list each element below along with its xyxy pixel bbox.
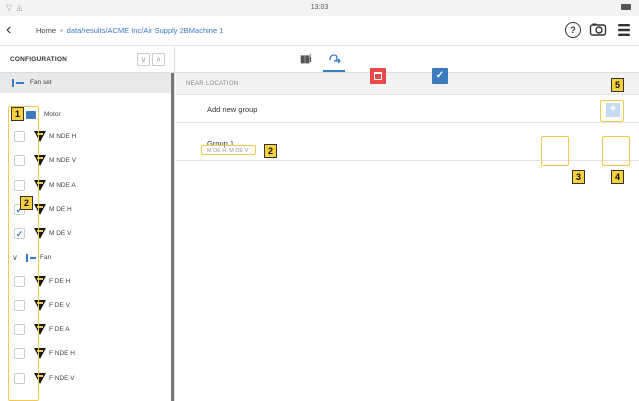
expand-all-button[interactable]: ∧ [152, 53, 165, 66]
annotation-badge-3: 3 [572, 170, 585, 184]
trash-icon [374, 72, 382, 80]
tree-item-label: Fan set [30, 79, 52, 86]
section-header: NEAR LOCATION [176, 73, 639, 95]
list-icon[interactable]: ▮▮i [300, 54, 312, 65]
nav-actions: ? [565, 21, 633, 39]
sensor-icon [34, 155, 47, 167]
tree-item-label: M DE H [49, 206, 72, 213]
section-title: NEAR LOCATION [186, 81, 239, 87]
breadcrumb: Home • data/results/ACME Inc/Air Supply 2B… [36, 26, 223, 35]
breadcrumb-home[interactable]: Home [36, 26, 56, 35]
checkbox-checked[interactable]: ✓ [14, 228, 25, 239]
view-tabs: ▮▮i [175, 47, 639, 73]
checkbox[interactable] [14, 131, 25, 142]
tree-item-m-nde-h[interactable]: M NDE H [0, 127, 172, 147]
breadcrumb-path[interactable]: data/results/ACME Inc/Air Supply 2BMachi… [67, 26, 224, 35]
tree-item-label: Fan [40, 254, 52, 261]
group-row[interactable]: Group 1 M DE H, M DE V [176, 123, 639, 161]
tree-item-m-de-v[interactable]: ✓ M DE V [0, 224, 172, 244]
checkbox[interactable] [14, 155, 25, 166]
sensor-icon [34, 276, 47, 288]
checkbox[interactable] [14, 276, 25, 287]
annotation-badge-2: 2 [264, 144, 277, 158]
annotation-badge-1: 1 [11, 107, 24, 121]
tree-item-label: M NDE H [49, 133, 77, 140]
collapse-all-button[interactable]: ∨ [137, 53, 150, 66]
fan-icon [26, 254, 36, 262]
configuration-header: CONFIGURATION ∨ ∧ [0, 47, 175, 73]
checkbox[interactable] [14, 373, 25, 384]
checkbox[interactable] [14, 324, 25, 335]
tree-item-label: F NDE V [49, 375, 75, 382]
annotation-badge-5: 5 [611, 78, 624, 92]
checkbox[interactable] [14, 180, 25, 191]
tree-item-label: Motor [44, 111, 61, 118]
configuration-title: CONFIGURATION [10, 56, 68, 63]
annotation-badge-4: 4 [611, 170, 624, 184]
status-bar: ▽ ◬ 13:03 [0, 0, 639, 16]
tree-item-label: F NDE H [49, 350, 75, 357]
tree-item-motor[interactable]: Motor [0, 105, 172, 125]
tree-item-label: F DE V [49, 302, 70, 309]
tree-item-m-nde-a[interactable]: M NDE A [0, 176, 172, 196]
sensor-icon [34, 180, 47, 192]
configuration-tree: Fan set Motor M NDE H M NDE V M NDE A ✓ … [0, 73, 175, 401]
camera-settings-icon[interactable] [589, 21, 607, 39]
tree-item-f-de-h[interactable]: F DE H [0, 272, 172, 292]
tree-item-f-de-a[interactable]: F DE A [0, 320, 172, 340]
sensor-icon [34, 204, 47, 216]
group-name: Group 1 [207, 139, 235, 148]
navigation-bar: ‹ Home • data/results/ACME Inc/Air Supply … [0, 16, 639, 46]
help-icon[interactable]: ? [565, 22, 581, 38]
tree-item-label: F DE H [49, 278, 71, 285]
tree-item-label: M NDE V [49, 157, 77, 164]
add-group-label: Add new group [207, 105, 258, 114]
tree-item-m-nde-v[interactable]: M NDE V [0, 151, 172, 171]
group-locations: M DE H, M DE V [207, 148, 249, 154]
tree-item-label: M NDE A [49, 182, 76, 189]
sensor-icon [34, 300, 47, 312]
location-icon[interactable] [328, 54, 342, 69]
tree-item-label: M DE V [49, 230, 72, 237]
checkbox[interactable] [14, 300, 25, 311]
sensor-icon [34, 348, 47, 360]
battery-icon [621, 4, 631, 10]
back-icon[interactable]: ‹ [6, 21, 11, 39]
sensor-icon [34, 324, 47, 336]
menu-icon[interactable] [615, 21, 633, 39]
active-tab-indicator [323, 70, 345, 72]
add-group-button[interactable]: + [606, 103, 620, 117]
fanset-icon [12, 79, 24, 87]
checkbox[interactable] [14, 348, 25, 359]
tree-item-label: F DE A [49, 326, 70, 333]
chevron-down-icon[interactable]: ∨ [12, 253, 18, 262]
tree-item-f-de-v[interactable]: F DE V [0, 296, 172, 316]
status-time: 13:03 [310, 4, 329, 11]
annotation-badge-2: 2 [20, 196, 33, 210]
sensor-icon [34, 228, 47, 240]
tree-item-fanset[interactable]: Fan set [0, 73, 172, 93]
add-group-row: Add new group + [176, 95, 639, 123]
sensor-icon [34, 373, 47, 385]
tree-item-f-nde-v[interactable]: F NDE V [0, 369, 172, 389]
sensor-icon [34, 131, 47, 143]
confirm-button[interactable]: ✓ [432, 68, 448, 84]
tree-expand-controls: ∨ ∧ [137, 53, 165, 66]
tree-item-fan[interactable]: ∨ Fan [0, 248, 172, 268]
tree-scrollbar[interactable] [171, 73, 174, 401]
breadcrumb-separator: • [60, 26, 63, 35]
motor-icon [26, 111, 36, 119]
tree-item-f-nde-h[interactable]: F NDE H [0, 344, 172, 364]
delete-group-button[interactable] [370, 68, 386, 84]
main-panel: NEAR LOCATION Add new group + Group 1 M … [176, 73, 639, 401]
